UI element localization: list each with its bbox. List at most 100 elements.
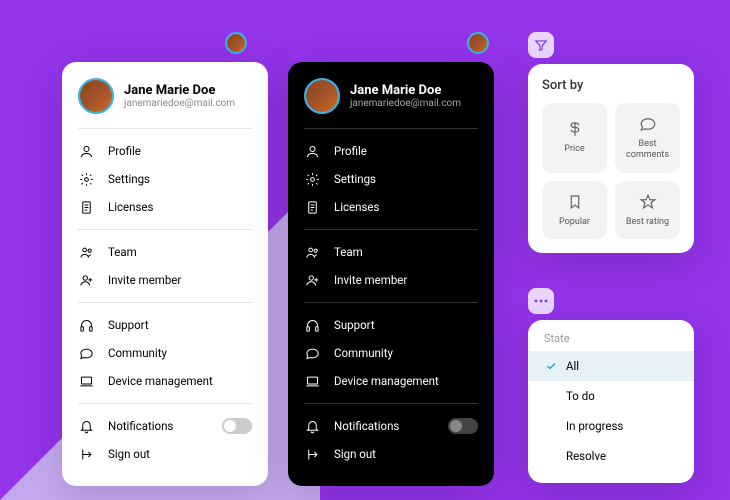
sort-option-label: Popular [559,217,590,228]
bookmark-icon [566,193,584,211]
state-option-label: Resolve [566,449,606,463]
user-menu-dark: Jane Marie Doejanemariedoe@mail.com Profi… [288,62,494,486]
menu-item-label: Community [108,346,252,360]
check-icon [544,449,558,463]
menu-item-team[interactable]: Team [288,238,494,266]
laptop-icon [78,373,94,389]
menu-item-licenses[interactable]: Licenses [62,193,268,221]
menu-item-label: Team [108,245,252,259]
state-panel: State All To do In progress Resolve [528,320,694,483]
avatar-trigger-light[interactable] [225,32,247,54]
check-icon [544,419,558,433]
user-icon [304,143,320,159]
check-icon [544,389,558,403]
user-name: Jane Marie Doe [124,83,235,98]
menu-item-label: Licenses [334,200,478,214]
notifications-toggle[interactable] [448,418,478,434]
document-icon [304,199,320,215]
user-email: janemariedoe@mail.com [350,98,461,109]
laptop-icon [304,373,320,389]
menu-item-settings[interactable]: Settings [288,165,494,193]
menu-item-signout[interactable]: Sign out [62,440,268,468]
menu-item-notifications[interactable]: Notifications [288,412,494,440]
sort-option-label: Best comments [621,139,674,161]
menu-item-settings[interactable]: Settings [62,165,268,193]
menu-item-profile[interactable]: Profile [62,137,268,165]
menu-item-invite[interactable]: Invite member [288,266,494,294]
menu-item-label: Settings [108,172,252,186]
sort-option-rating[interactable]: Best rating [615,181,680,240]
sort-option-price[interactable]: Price [542,103,607,173]
sort-option-label: Price [564,144,584,155]
dollar-icon [566,120,584,138]
menu-header: Jane Marie Doejanemariedoe@mail.com [288,78,494,128]
user-plus-icon [78,272,94,288]
headphones-icon [78,317,94,333]
menu-item-label: Settings [334,172,478,186]
user-name: Jane Marie Doe [350,83,461,98]
chat-icon [304,345,320,361]
sort-option-popular[interactable]: Popular [542,181,607,240]
avatar-trigger-dark[interactable] [467,32,489,54]
state-option-label: All [566,359,579,373]
menu-item-devices[interactable]: Device management [288,367,494,395]
menu-item-signout[interactable]: Sign out [288,440,494,468]
star-icon [639,193,657,211]
users-icon [304,244,320,260]
chat-icon [639,115,657,133]
check-icon [544,359,558,373]
gear-icon [304,171,320,187]
menu-item-label: Support [334,318,478,332]
state-option-inprogress[interactable]: In progress [528,411,694,441]
menu-item-notifications[interactable]: Notifications [62,412,268,440]
logout-icon [78,446,94,462]
sort-option-comments[interactable]: Best comments [615,103,680,173]
menu-item-label: Profile [108,144,252,158]
bell-icon [78,418,94,434]
state-title: State [528,332,694,351]
menu-item-team[interactable]: Team [62,238,268,266]
sort-panel: Sort by Price Best comments Popular Best ra… [528,64,694,253]
menu-item-label: Device management [334,374,478,388]
state-option-label: In progress [566,419,623,433]
menu-item-community[interactable]: Community [288,339,494,367]
sort-title: Sort by [542,78,680,93]
state-option-resolve[interactable]: Resolve [528,441,694,471]
notifications-toggle[interactable] [222,418,252,434]
document-icon [78,199,94,215]
menu-item-label: Support [108,318,252,332]
menu-item-label: Notifications [108,419,222,433]
menu-item-profile[interactable]: Profile [288,137,494,165]
menu-item-support[interactable]: Support [62,311,268,339]
gear-icon [78,171,94,187]
menu-item-devices[interactable]: Device management [62,367,268,395]
state-option-label: To do [566,389,595,403]
menu-item-label: Licenses [108,200,252,214]
user-email: janemariedoe@mail.com [124,98,235,109]
filter-button[interactable] [528,32,554,58]
menu-item-label: Sign out [108,447,252,461]
headphones-icon [304,317,320,333]
avatar-icon [78,78,114,114]
users-icon [78,244,94,260]
menu-item-support[interactable]: Support [288,311,494,339]
logout-icon [304,446,320,462]
user-menu-light: Jane Marie Doejanemariedoe@mail.com Profi… [62,62,268,486]
menu-header: Jane Marie Doejanemariedoe@mail.com [62,78,268,128]
menu-item-invite[interactable]: Invite member [62,266,268,294]
avatar-icon [304,78,340,114]
menu-item-label: Invite member [334,273,478,287]
menu-item-label: Profile [334,144,478,158]
user-icon [78,143,94,159]
menu-item-licenses[interactable]: Licenses [288,193,494,221]
state-option-all[interactable]: All [528,351,694,381]
menu-item-label: Team [334,245,478,259]
menu-item-label: Invite member [108,273,252,287]
user-plus-icon [304,272,320,288]
menu-item-label: Sign out [334,447,478,461]
more-button[interactable] [528,288,554,314]
state-option-todo[interactable]: To do [528,381,694,411]
menu-item-community[interactable]: Community [62,339,268,367]
menu-item-label: Device management [108,374,252,388]
chat-icon [78,345,94,361]
